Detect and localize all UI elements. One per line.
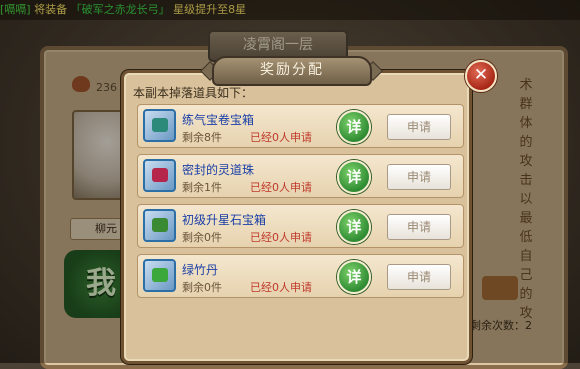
- item-applicant-count: 已经0人申请: [250, 181, 312, 194]
- apply-button[interactable]: 申请: [387, 214, 451, 240]
- item-applicant-count: 已经0人申请: [250, 281, 312, 294]
- item-applicant-count: 已经0人申请: [250, 131, 312, 144]
- detail-button[interactable]: 详: [337, 210, 371, 244]
- item-applicant-count: 已经0人申请: [250, 231, 312, 244]
- detail-button[interactable]: 详: [337, 260, 371, 294]
- close-button[interactable]: ✕: [465, 60, 497, 92]
- item-remaining: 剩余0件: [182, 281, 222, 294]
- pill-icon[interactable]: [143, 259, 176, 292]
- detail-button[interactable]: 详: [337, 110, 371, 144]
- item-remaining: 剩余1件: [182, 181, 222, 194]
- drop-item-row: 密封的灵道珠 剩余1件 已经0人申请 详 申请: [137, 154, 464, 198]
- drop-item-row: 绿竹丹 剩余0件 已经0人申请 详 申请: [137, 254, 464, 298]
- chest-icon[interactable]: [143, 209, 176, 242]
- apply-button[interactable]: 申请: [387, 114, 451, 140]
- drop-list-header: 本副本掉落道具如下：: [133, 86, 254, 100]
- orb-icon[interactable]: [143, 159, 176, 192]
- item-name: 初级升星石宝箱: [182, 213, 267, 227]
- drop-item-row: 初级升星石宝箱 剩余0件 已经0人申请 详 申请: [137, 204, 464, 248]
- dialog-title: 奖励分配: [212, 56, 372, 86]
- drop-item-list: 练气宝卷宝箱 剩余8件 已经0人申请 详 申请 密封的灵道珠 剩余1件 已经0人…: [137, 104, 464, 304]
- chest-icon[interactable]: [143, 109, 176, 142]
- drop-item-row: 练气宝卷宝箱 剩余8件 已经0人申请 详 申请: [137, 104, 464, 148]
- item-name: 密封的灵道珠: [182, 163, 255, 177]
- item-remaining: 剩余8件: [182, 131, 222, 144]
- detail-button[interactable]: 详: [337, 160, 371, 194]
- item-name: 绿竹丹: [182, 263, 219, 277]
- item-name: 练气宝卷宝箱: [182, 113, 255, 127]
- item-remaining: 剩余0件: [182, 231, 222, 244]
- apply-button[interactable]: 申请: [387, 164, 451, 190]
- apply-button[interactable]: 申请: [387, 264, 451, 290]
